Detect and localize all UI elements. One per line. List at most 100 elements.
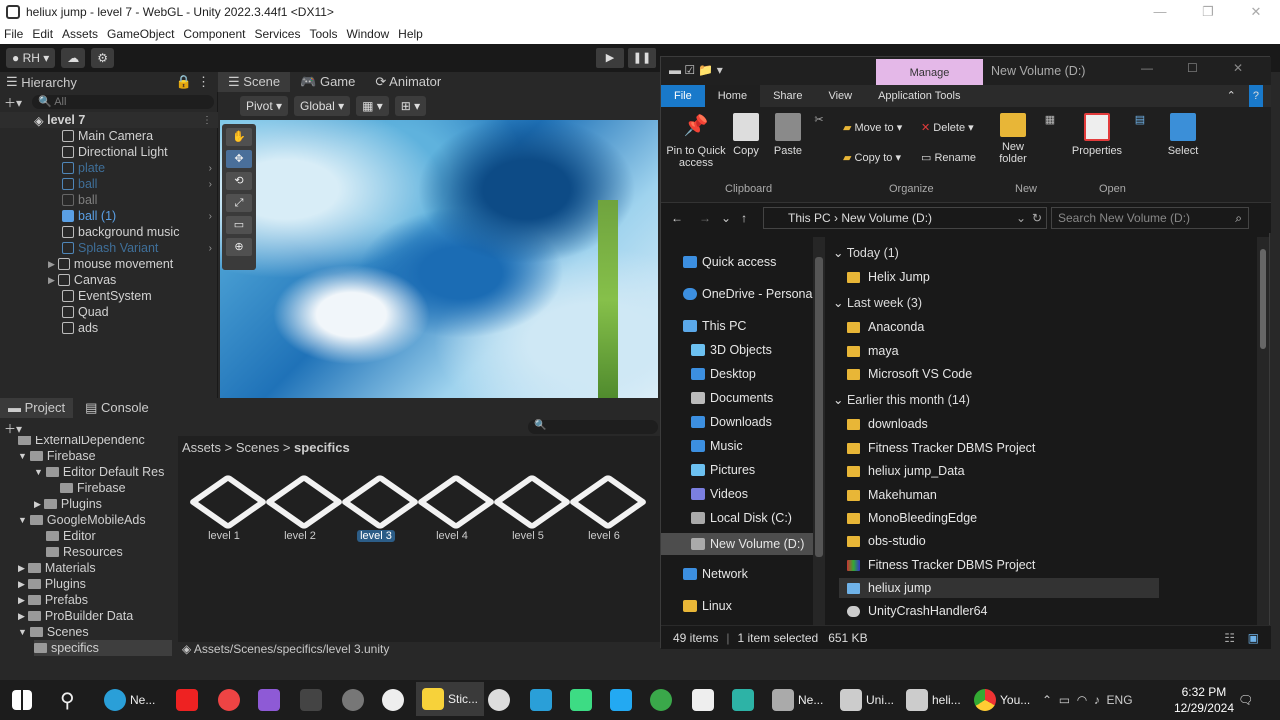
hand-tool-icon[interactable]: ✋ bbox=[226, 128, 252, 146]
system-clock[interactable]: 6:32 PM 12/29/2024 bbox=[1174, 684, 1234, 716]
nav-scrollbar[interactable] bbox=[813, 237, 825, 625]
nav-network[interactable]: Network bbox=[683, 567, 748, 581]
search-input[interactable]: Search New Volume (D:) ⌕ bbox=[1051, 207, 1249, 229]
taskbar-youtube[interactable] bbox=[176, 688, 202, 712]
menu-edit[interactable]: Edit bbox=[32, 27, 53, 41]
start-button[interactable] bbox=[12, 688, 36, 712]
hierarchy-item[interactable]: ▶ Canvas bbox=[0, 272, 218, 288]
file-row[interactable]: MonoBleedingEdge bbox=[847, 508, 977, 528]
hierarchy-item[interactable]: plate › bbox=[0, 160, 218, 176]
account-button[interactable]: ● RH ▾ bbox=[6, 48, 56, 68]
expand-arrow-icon[interactable]: ▶ bbox=[48, 275, 55, 286]
menu-component[interactable]: Component bbox=[183, 27, 245, 41]
asset-item[interactable]: level 2 bbox=[268, 472, 332, 542]
asset-item[interactable]: level 6 bbox=[572, 472, 636, 542]
file-row[interactable]: heliux jump_Data bbox=[847, 461, 965, 481]
menu-tools[interactable]: Tools bbox=[309, 27, 337, 41]
menu-assets[interactable]: Assets bbox=[62, 27, 98, 41]
hierarchy-item[interactable]: ▶ mouse movement bbox=[0, 256, 218, 272]
nav-downloads[interactable]: Downloads bbox=[691, 415, 772, 429]
tree-item[interactable]: ▶ ProBuilder Data bbox=[18, 608, 133, 624]
system-tray[interactable]: ⌃ ▭ ◠ ♪ ENG bbox=[1042, 688, 1133, 712]
tree-item[interactable]: ExternalDependenc bbox=[18, 436, 145, 448]
notifications-button[interactable]: 🗨 bbox=[1238, 688, 1253, 712]
breadcrumb-specifics[interactable]: specifics bbox=[294, 440, 350, 455]
taskbar-sticky-notes[interactable]: Stic... bbox=[416, 682, 485, 716]
tree-item[interactable]: ▼ Editor Default Res bbox=[34, 464, 164, 480]
transform-tool-icon[interactable]: ⊕ bbox=[226, 238, 252, 256]
expand-arrow-icon[interactable]: ▶ bbox=[48, 259, 55, 270]
tab-animator[interactable]: ⟳ Animator bbox=[365, 74, 451, 90]
file-row[interactable]: UnityCrashHandler64 bbox=[847, 601, 988, 621]
tab-application-tools[interactable]: Application Tools bbox=[865, 85, 973, 107]
breadcrumb-volume[interactable]: New Volume (D:) bbox=[841, 211, 932, 225]
file-row[interactable]: Makehuman bbox=[847, 485, 937, 505]
tab-game[interactable]: 🎮 Game bbox=[290, 74, 365, 90]
expand-arrow-icon[interactable]: ▶ bbox=[34, 499, 41, 510]
open-icon[interactable]: ▤ bbox=[1131, 113, 1149, 126]
chevron-right-icon[interactable]: › bbox=[209, 243, 212, 254]
back-icon[interactable]: ← bbox=[671, 211, 683, 225]
tree-item-selected[interactable]: specifics bbox=[34, 640, 172, 656]
taskbar-app-green[interactable] bbox=[650, 688, 676, 712]
rect-tool-icon[interactable]: ▭ bbox=[226, 216, 252, 234]
pivot-dropdown[interactable]: Pivot ▾ bbox=[240, 96, 289, 116]
asset-item[interactable]: level 5 bbox=[496, 472, 560, 542]
breadcrumb-assets[interactable]: Assets bbox=[182, 440, 221, 455]
minimize-icon[interactable]: — bbox=[1141, 61, 1153, 75]
nav-local-disk[interactable]: Local Disk (C:) bbox=[691, 511, 792, 525]
nav-onedrive[interactable]: OneDrive - Personal bbox=[683, 287, 815, 301]
file-row[interactable]: Helix Jump bbox=[847, 267, 930, 287]
move-to-button[interactable]: ▰ Move to ▾ bbox=[843, 121, 913, 134]
tree-item[interactable]: Resources bbox=[46, 544, 123, 560]
nav-linux[interactable]: Linux bbox=[683, 599, 732, 613]
nav-scrollbar-thumb[interactable] bbox=[815, 257, 823, 557]
taskbar-tomato[interactable] bbox=[218, 688, 244, 712]
rename-button[interactable]: ▭ Rename bbox=[921, 151, 983, 164]
hierarchy-search-input[interactable]: 🔍 All bbox=[32, 95, 214, 109]
asset-item[interactable]: level 4 bbox=[420, 472, 484, 542]
chevron-right-icon[interactable]: › bbox=[209, 163, 212, 174]
tab-project[interactable]: ▬ Project bbox=[0, 398, 74, 418]
tab-console[interactable]: ▤ Console bbox=[73, 400, 161, 416]
restore-icon[interactable]: ❐ bbox=[1184, 0, 1232, 24]
taskbar-vscode[interactable] bbox=[610, 688, 636, 712]
nav-documents[interactable]: Documents bbox=[691, 391, 773, 405]
expand-arrow-icon[interactable]: ▼ bbox=[18, 515, 27, 525]
delete-button[interactable]: ✕ Delete ▾ bbox=[921, 121, 983, 134]
group-header-last-week[interactable]: ⌄ Last week (3) bbox=[833, 295, 922, 310]
hierarchy-item[interactable]: background music bbox=[0, 224, 218, 240]
hierarchy-item[interactable]: Splash Variant › bbox=[0, 240, 218, 256]
content-scrollbar[interactable] bbox=[1257, 237, 1269, 625]
nav-videos[interactable]: Videos bbox=[691, 487, 748, 501]
hierarchy-item[interactable]: ball bbox=[0, 192, 218, 208]
grid-snap-button[interactable]: ▦ ▾ bbox=[356, 96, 389, 116]
tree-item[interactable]: Editor bbox=[46, 528, 96, 544]
hierarchy-item[interactable]: Directional Light bbox=[0, 144, 218, 160]
forward-icon[interactable]: → bbox=[699, 211, 711, 225]
search-button[interactable]: ⚲ bbox=[60, 688, 75, 712]
address-dropdown-icon[interactable]: ⌄ bbox=[1016, 208, 1026, 228]
scale-tool-icon[interactable]: ⤢ bbox=[226, 194, 252, 212]
asset-item-selected[interactable]: level 3 bbox=[344, 472, 408, 542]
pause-button[interactable]: ❚❚ bbox=[628, 48, 656, 68]
collab-button[interactable]: ⚙ bbox=[91, 48, 115, 68]
hierarchy-item[interactable]: Quad bbox=[0, 304, 218, 320]
up-icon[interactable]: ↑ bbox=[741, 211, 747, 225]
paste-button[interactable]: Paste bbox=[771, 113, 805, 157]
expand-arrow-icon[interactable]: ▶ bbox=[18, 595, 25, 606]
menu-window[interactable]: Window bbox=[346, 27, 389, 41]
new-folder-button[interactable]: New folder bbox=[995, 113, 1031, 165]
kebab-menu-icon[interactable]: ⋮ bbox=[197, 74, 210, 90]
tab-file[interactable]: File bbox=[661, 85, 705, 107]
chevron-right-icon[interactable]: › bbox=[209, 211, 212, 222]
file-row[interactable]: obs-studio bbox=[847, 531, 926, 551]
close-icon[interactable]: ✕ bbox=[1232, 0, 1280, 24]
rotate-tool-icon[interactable]: ⟲ bbox=[226, 172, 252, 190]
nav-desktop[interactable]: Desktop bbox=[691, 367, 756, 381]
tab-home[interactable]: Home bbox=[704, 85, 761, 107]
scene-viewport[interactable] bbox=[220, 120, 658, 398]
file-row[interactable]: maya bbox=[847, 341, 899, 361]
menu-file[interactable]: File bbox=[4, 27, 23, 41]
file-row[interactable]: Microsoft VS Code bbox=[847, 364, 972, 384]
